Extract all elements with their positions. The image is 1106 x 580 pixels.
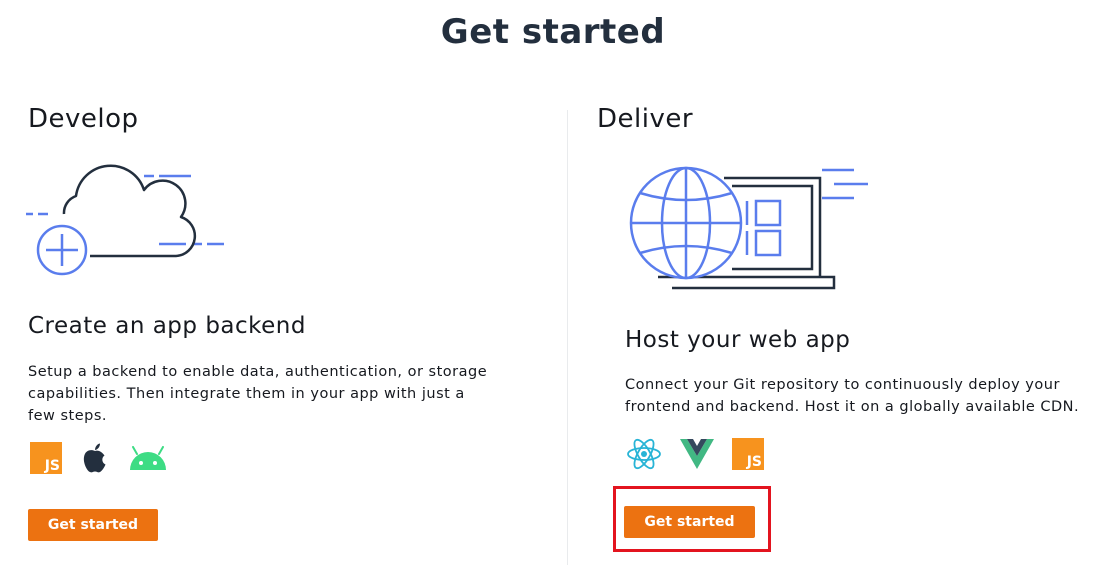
- react-icon: [627, 438, 661, 470]
- develop-description-line: Setup a backend to enable data, authenti…: [28, 364, 488, 380]
- deliver-description: Connect your Git repository to continuou…: [625, 374, 1079, 418]
- deliver-card-title: Host your web app: [625, 327, 851, 353]
- get-started-page: Get started Develop Create an app backen…: [0, 0, 1106, 580]
- section-divider: [567, 110, 568, 565]
- develop-card-title: Create an app backend: [28, 313, 306, 339]
- deliver-description-line: frontend and backend. Host it on a globa…: [625, 399, 1080, 415]
- develop-description-line: few steps.: [28, 408, 108, 424]
- develop-get-started-button[interactable]: Get started: [28, 509, 158, 541]
- develop-heading: Develop: [28, 104, 139, 134]
- apple-icon: [83, 443, 106, 473]
- android-icon: [130, 446, 166, 470]
- develop-description-line: capabilities. Then integrate them in you…: [28, 386, 465, 402]
- page-title: Get started: [440, 12, 666, 52]
- develop-description: Setup a backend to enable data, authenti…: [28, 361, 487, 427]
- javascript-icon: JS: [30, 442, 62, 474]
- cloud-add-illustration: [26, 164, 224, 276]
- globe-laptop-illustration: [629, 166, 868, 290]
- vue-icon: [680, 439, 714, 469]
- deliver-description-line: Connect your Git repository to continuou…: [625, 377, 1060, 393]
- develop-platform-icons: JS: [30, 442, 186, 474]
- javascript-icon: JS: [732, 438, 764, 470]
- deliver-framework-icons: JS: [626, 438, 782, 470]
- deliver-heading: Deliver: [597, 104, 694, 134]
- highlight-annotation-box: [613, 486, 771, 552]
